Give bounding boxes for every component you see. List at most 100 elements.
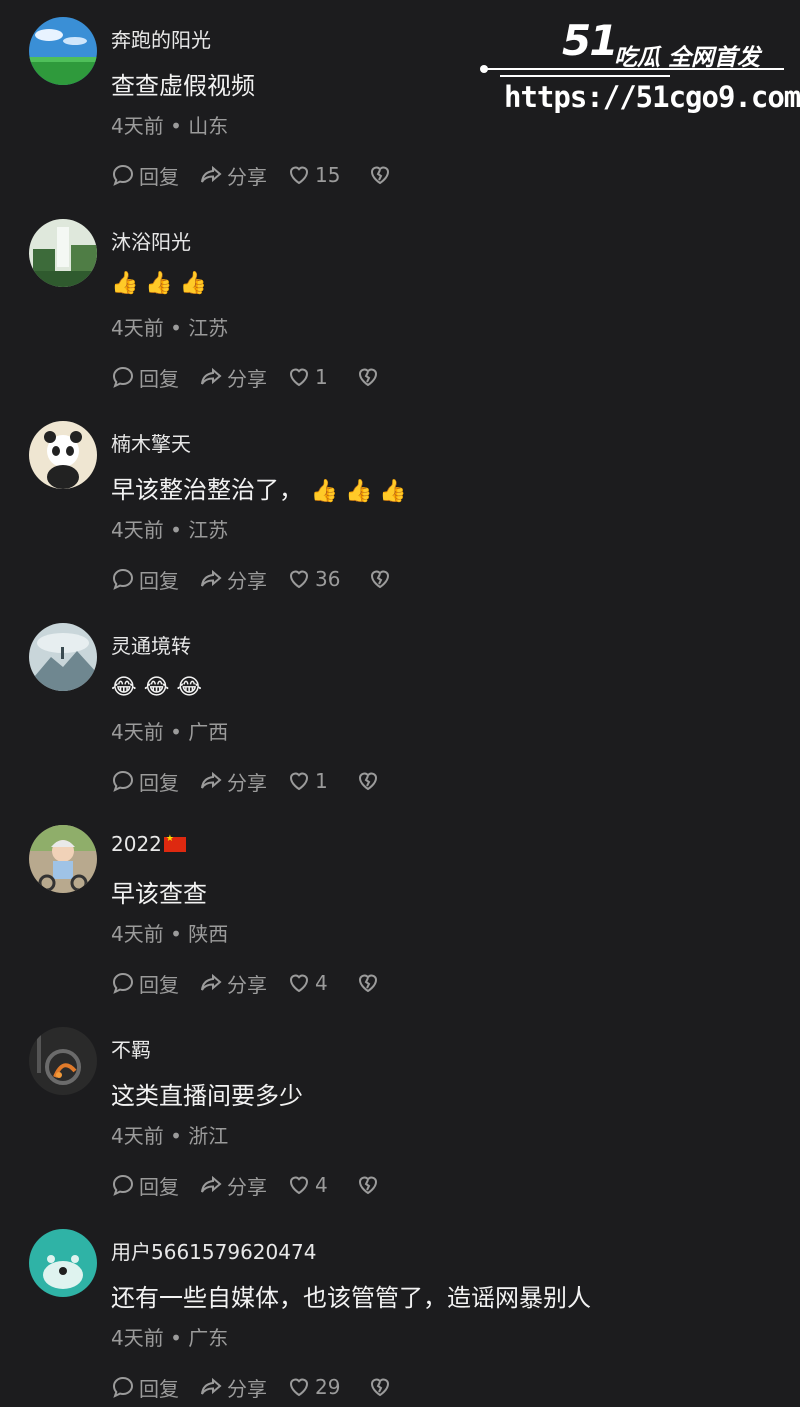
broken-heart-icon [371,570,390,589]
username[interactable]: 用户5661579620474 [111,1236,316,1265]
reply-button[interactable]: 回复 [111,363,179,392]
share-arrow-icon [201,973,222,991]
share-label: 分享 [227,164,267,189]
china-flag-icon [163,834,186,852]
broken-heart-icon [358,368,377,387]
comment-location: 广西 [188,720,229,744]
broken-heart-icon [371,1378,390,1397]
share-button[interactable]: 分享 [199,161,267,190]
comment-location: 江苏 [188,518,229,542]
reply-button[interactable]: 回复 [111,161,179,190]
like-button[interactable]: 1 [287,365,328,389]
dislike-button[interactable] [356,769,384,793]
dislike-button[interactable] [368,567,396,591]
like-button[interactable]: 1 [287,769,328,793]
username[interactable]: 奔跑的阳光 [111,24,211,53]
comment-text: 早该整治整治了， 👍 👍 👍 [111,470,421,505]
like-count: 29 [315,1375,341,1399]
like-button[interactable]: 36 [287,567,340,591]
reply-label: 回复 [139,1174,179,1199]
reply-button[interactable]: 回复 [111,969,179,998]
reply-button[interactable]: 回复 [111,1373,179,1402]
like-count: 36 [315,567,341,591]
comment-location: 浙江 [188,1124,229,1148]
avatar[interactable] [29,17,97,85]
comment-time: 4天前 [111,1124,164,1148]
avatar[interactable] [29,623,97,691]
comment-text: 查查虚假视频 [111,72,255,100]
dislike-button[interactable] [356,365,384,389]
like-count: 4 [315,971,328,995]
avatar[interactable] [29,219,97,287]
like-button[interactable]: 29 [287,1375,340,1399]
thumbs-up-emoji: 👍 👍 👍 [111,271,208,296]
share-label: 分享 [227,1174,267,1199]
avatar[interactable] [29,825,97,893]
dislike-button[interactable] [368,1375,396,1399]
comment-location: 江苏 [188,316,229,340]
avatar[interactable] [29,421,97,489]
reply-label: 回复 [139,366,179,391]
share-button[interactable]: 分享 [199,1373,267,1402]
speech-bubble-icon [112,568,134,590]
avatar[interactable] [29,1027,97,1095]
share-button[interactable]: 分享 [199,767,267,796]
comment-actions: 回复 分享 1 [111,766,404,796]
reply-button[interactable]: 回复 [111,565,179,594]
comment-item: 灵通境转 😂 😂 😂 4天前 • 广西 回复 分享 1 [0,606,800,806]
reply-label: 回复 [139,770,179,795]
share-label: 分享 [227,972,267,997]
dislike-button[interactable] [356,971,384,995]
reply-button[interactable]: 回复 [111,1171,179,1200]
share-arrow-icon [201,367,222,385]
comment-item: 不羁 这类直播间要多少 4天前 • 浙江 回复 分享 4 [0,1010,800,1210]
like-button[interactable]: 4 [287,1173,328,1197]
username[interactable]: 沐浴阳光 [111,226,191,255]
share-arrow-icon [201,569,222,587]
speech-bubble-icon [112,164,134,186]
share-arrow-icon [201,165,222,183]
speech-bubble-icon [112,1174,134,1196]
comment-text: 还有一些自媒体，也该管管了，造谣网暴别人 [111,1284,591,1312]
comment-location: 广东 [188,1326,229,1350]
laughing-crying-emoji: 😂 😂 😂 [111,675,203,700]
comment-time: 4天前 [111,114,164,138]
comment-actions: 回复 分享 36 [111,564,416,594]
like-button[interactable]: 15 [287,163,340,187]
share-button[interactable]: 分享 [199,363,267,392]
broken-heart-icon [358,772,377,791]
comment-text: 早该查查 [111,880,207,908]
username[interactable]: 2022 [111,832,186,856]
comment-item: 用户5661579620474 还有一些自媒体，也该管管了，造谣网暴别人 4天前… [0,1212,800,1407]
comment-text: 😂 😂 😂 [111,672,216,700]
share-arrow-icon [201,771,222,789]
reply-button[interactable]: 回复 [111,767,179,796]
like-count: 4 [315,1173,328,1197]
share-button[interactable]: 分享 [199,565,267,594]
comment-meta: 4天前 • 广东 [111,1326,229,1350]
comment-actions: 回复 分享 15 [111,160,416,190]
like-button[interactable]: 4 [287,971,328,995]
share-button[interactable]: 分享 [199,969,267,998]
heart-icon [289,166,309,185]
heart-icon [289,570,309,589]
username[interactable]: 不羁 [111,1034,151,1063]
dislike-button[interactable] [368,163,396,187]
username[interactable]: 灵通境转 [111,630,191,659]
share-button[interactable]: 分享 [199,1171,267,1200]
username[interactable]: 楠木擎天 [111,428,191,457]
speech-bubble-icon [112,366,134,388]
comment-text-body: 早该整治整治了， [111,476,303,504]
comment-item: 2022 早该查查 4天前 • 陕西 回复 分享 4 [0,808,800,1008]
watermark: 51 吃瓜 全网首发 https://51cgo9.com [480,16,800,126]
comment-meta: 4天前 • 浙江 [111,1124,229,1148]
comment-meta: 4天前 • 江苏 [111,316,229,340]
avatar[interactable] [29,1229,97,1297]
comment-time: 4天前 [111,1326,164,1350]
dislike-button[interactable] [356,1173,384,1197]
heart-icon [289,772,309,791]
comment-meta: 4天前 • 山东 [111,114,229,138]
watermark-divider [480,65,784,73]
share-label: 分享 [227,1376,267,1401]
like-count: 1 [315,365,328,389]
